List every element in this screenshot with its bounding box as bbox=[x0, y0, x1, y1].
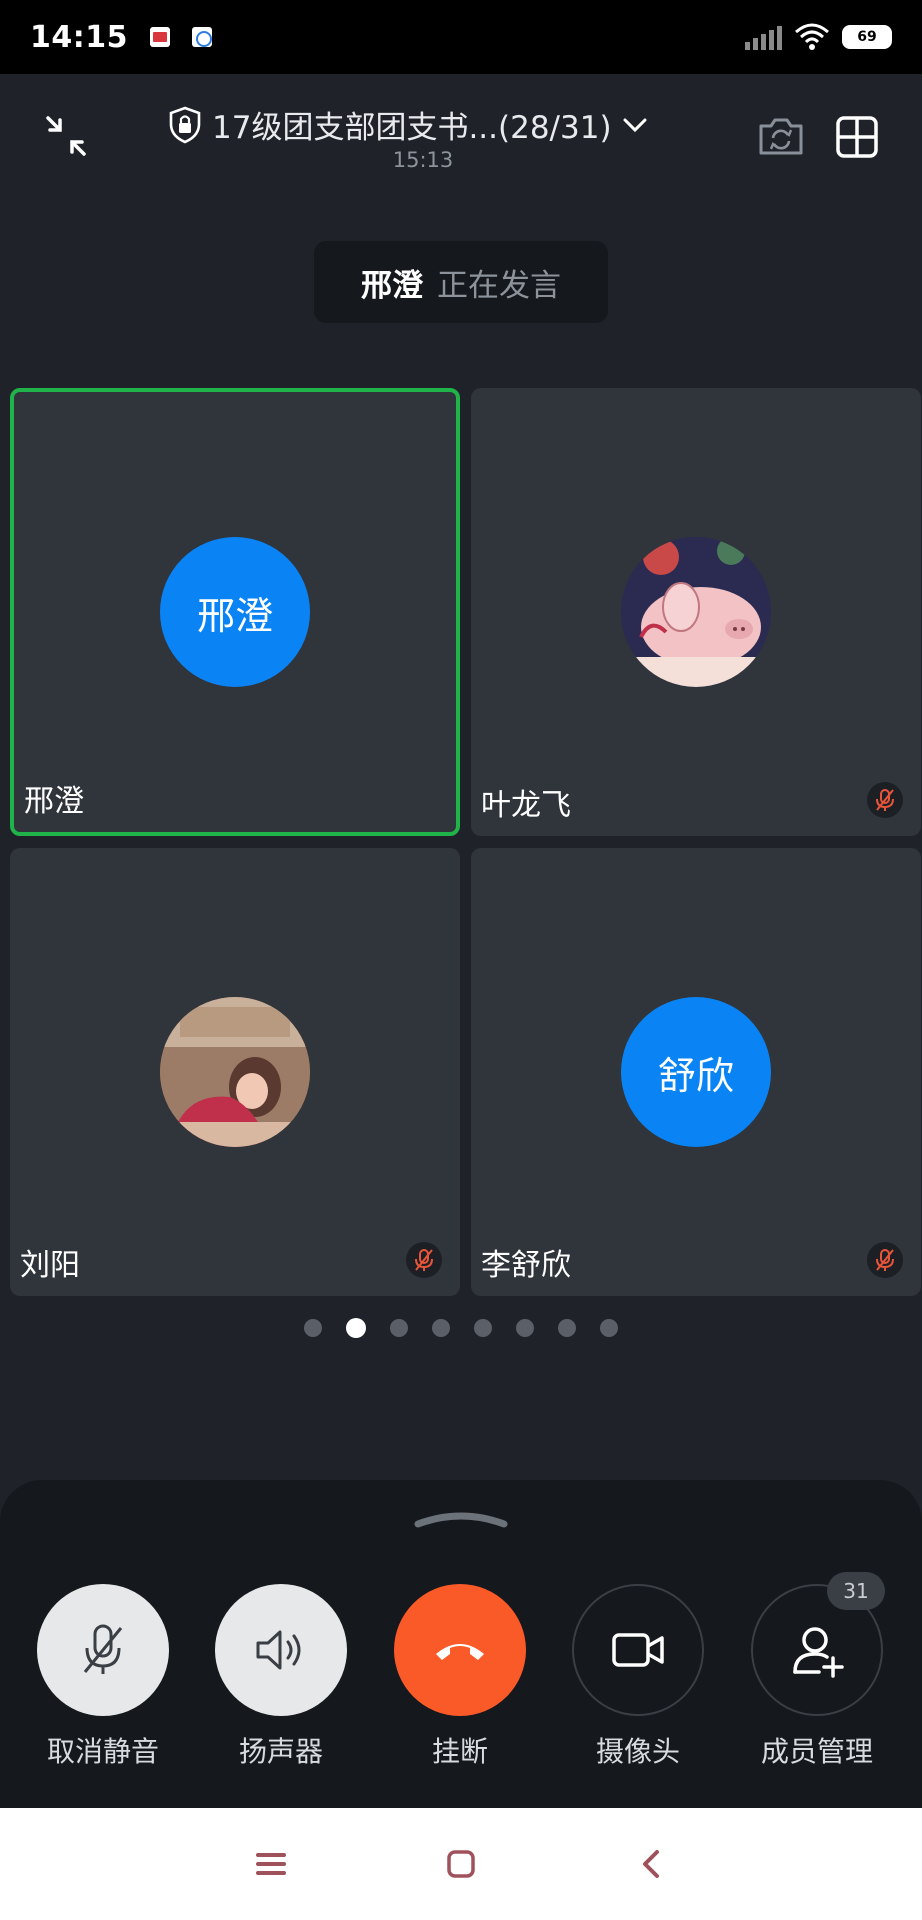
avatar: 邢澄 bbox=[160, 537, 310, 687]
battery-icon: 69 bbox=[842, 25, 892, 49]
hang-up-button[interactable]: 挂断 bbox=[392, 1584, 528, 1770]
participant-name: 刘阳 bbox=[20, 1248, 80, 1283]
signal-icon bbox=[745, 24, 782, 50]
switch-camera-icon[interactable] bbox=[758, 116, 804, 156]
avatar: 舒欣 bbox=[621, 997, 771, 1147]
mic-muted-icon bbox=[867, 1242, 903, 1278]
member-management-button[interactable]: 31 成员管理 bbox=[749, 1572, 885, 1770]
participant-name: 叶龙飞 bbox=[481, 788, 571, 823]
page-dot[interactable] bbox=[432, 1319, 450, 1337]
pig-illustration-avatar bbox=[621, 537, 771, 687]
avatar bbox=[621, 537, 771, 687]
active-speaker-name: 邢澄 bbox=[361, 267, 423, 304]
camera-icon bbox=[572, 1584, 704, 1716]
back-icon[interactable] bbox=[631, 1844, 671, 1884]
page-indicator[interactable] bbox=[0, 1316, 922, 1340]
participant-name: 李舒欣 bbox=[481, 1248, 571, 1283]
add-member-icon: 31 bbox=[751, 1572, 885, 1716]
page-dot[interactable] bbox=[558, 1319, 576, 1337]
participant-tile[interactable]: 邢澄 邢澄 bbox=[10, 388, 460, 836]
mic-muted-icon bbox=[867, 782, 903, 818]
home-icon[interactable] bbox=[441, 1844, 481, 1884]
system-nav-bar bbox=[0, 1808, 922, 1920]
meeting-header: 17级团支部团支书...(28/31) 15:13 bbox=[0, 74, 922, 194]
unmute-button[interactable]: 取消静音 bbox=[35, 1584, 171, 1770]
browser-app-icon bbox=[192, 27, 212, 47]
camera-button[interactable]: 摄像头 bbox=[570, 1584, 706, 1770]
camera-label: 摄像头 bbox=[595, 1735, 680, 1768]
participant-name: 邢澄 bbox=[24, 784, 84, 819]
calendar-app-icon bbox=[150, 27, 170, 47]
meeting-title-button[interactable]: 17级团支部团支书...(28/31) bbox=[168, 102, 688, 147]
hang-up-label: 挂断 bbox=[431, 1735, 488, 1768]
page-dot[interactable] bbox=[390, 1319, 408, 1337]
meeting-title: 17级团支部团支书...(28/31) bbox=[212, 110, 612, 146]
page-dot[interactable] bbox=[516, 1319, 534, 1337]
speaker-button[interactable]: 扬声器 bbox=[213, 1584, 349, 1770]
participant-tile[interactable]: 刘阳 bbox=[10, 848, 460, 1296]
speaker-icon bbox=[215, 1584, 347, 1716]
page-dot[interactable] bbox=[474, 1319, 492, 1337]
page-dot[interactable] bbox=[304, 1319, 322, 1337]
mic-muted-icon bbox=[406, 1242, 442, 1278]
page-dot-current[interactable] bbox=[346, 1318, 366, 1338]
unmute-label: 取消静音 bbox=[46, 1735, 159, 1768]
member-count-badge: 31 bbox=[827, 1572, 885, 1610]
menu-icon[interactable] bbox=[251, 1844, 291, 1884]
member-management-label: 成员管理 bbox=[760, 1735, 873, 1768]
meeting-time: 15:13 bbox=[392, 148, 454, 172]
photo-avatar bbox=[160, 997, 310, 1147]
chevron-down-icon bbox=[623, 118, 647, 132]
lock-shield-icon bbox=[169, 106, 201, 143]
hang-up-icon bbox=[394, 1584, 526, 1716]
mic-off-icon bbox=[37, 1584, 169, 1716]
speaker-label: 扬声器 bbox=[238, 1735, 323, 1768]
expand-handle-icon[interactable] bbox=[412, 1508, 510, 1530]
wifi-icon bbox=[795, 23, 829, 50]
active-speaker-status: 正在发言 bbox=[437, 267, 561, 304]
page-dot[interactable] bbox=[600, 1319, 618, 1337]
status-bar: 14:15 69 bbox=[0, 0, 922, 74]
control-sheet: 取消静音 扬声器 挂断 摄像头 31 成员管理 bbox=[0, 1480, 922, 1808]
participant-tile[interactable]: 叶龙飞 bbox=[471, 388, 921, 836]
active-speaker-indicator: 邢澄 正在发言 bbox=[314, 241, 608, 323]
avatar bbox=[160, 997, 310, 1147]
participant-tile[interactable]: 舒欣 李舒欣 bbox=[471, 848, 921, 1296]
grid-layout-icon[interactable] bbox=[836, 116, 878, 158]
status-time: 14:15 bbox=[30, 19, 128, 55]
